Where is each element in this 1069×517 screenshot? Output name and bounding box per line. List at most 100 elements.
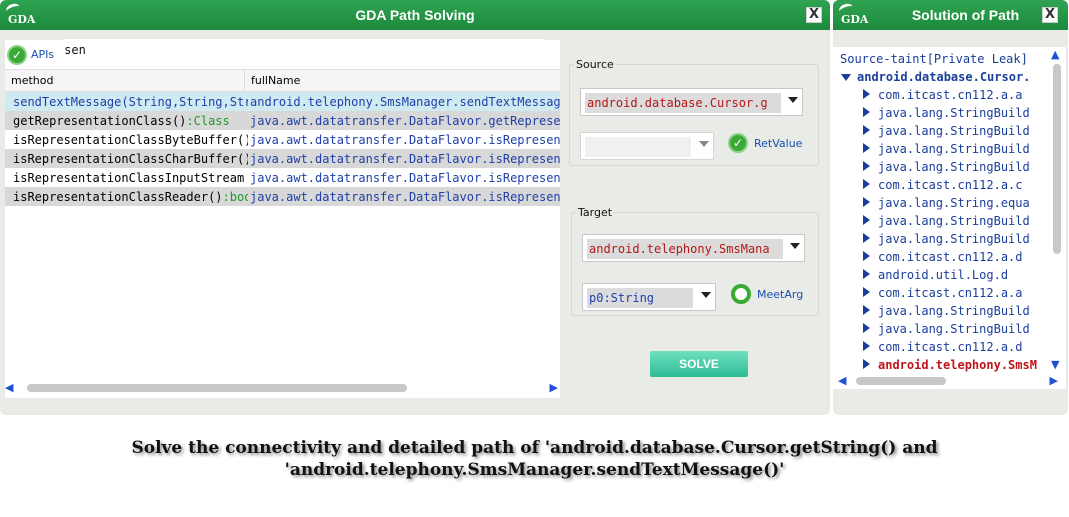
fullname-cell: java.awt.datatransfer.DataFlavor.isRepre… bbox=[250, 170, 560, 185]
node-label: android.util.Log.d bbox=[878, 268, 1009, 282]
source-param-select[interactable] bbox=[580, 132, 714, 160]
chevron-down-icon[interactable] bbox=[699, 141, 709, 147]
horizontal-scrollbar[interactable]: ◀ ▶ bbox=[5, 380, 560, 396]
collapse-icon[interactable] bbox=[863, 305, 870, 315]
node-label: java.lang.StringBuild bbox=[878, 232, 1030, 246]
chevron-down-icon[interactable] bbox=[701, 292, 711, 298]
collapse-icon[interactable] bbox=[863, 233, 870, 243]
tree-node[interactable]: com.itcast.cn112.a.c bbox=[833, 176, 1066, 194]
collapse-icon[interactable] bbox=[863, 251, 870, 261]
tree-node[interactable]: java.lang.String.equa bbox=[833, 194, 1066, 212]
chevron-down-icon[interactable] bbox=[788, 97, 798, 103]
tree-node[interactable]: java.lang.StringBuild bbox=[833, 122, 1066, 140]
target-method-select[interactable]: android.telephony.SmsMana bbox=[582, 234, 805, 262]
method-name: isRepresentationClassByteBuffer() bbox=[13, 132, 248, 147]
target-legend: Target bbox=[578, 206, 613, 219]
retvalue-label[interactable]: RetValue bbox=[754, 137, 802, 150]
scroll-thumb[interactable] bbox=[27, 384, 407, 392]
target-method-value: android.telephony.SmsMana bbox=[587, 239, 783, 259]
fullname-cell: java.awt.datatransfer.DataFlavor.isRepre… bbox=[250, 189, 560, 204]
scroll-down-icon[interactable]: ▼ bbox=[1051, 358, 1059, 371]
expand-icon[interactable] bbox=[841, 74, 851, 81]
window-title: GDA Path Solving bbox=[355, 7, 475, 23]
tree-header: Source-taint[Private Leak] bbox=[840, 52, 1028, 66]
collapse-icon[interactable] bbox=[863, 287, 870, 297]
scroll-thumb[interactable] bbox=[1053, 64, 1061, 254]
collapse-icon[interactable] bbox=[863, 215, 870, 225]
column-header-method[interactable]: method bbox=[5, 70, 245, 91]
tree-last-node[interactable]: android.telephony.SmsM bbox=[833, 356, 1066, 374]
table-row[interactable]: isRepresentationClassCharBuffer() java.aw… bbox=[5, 149, 560, 168]
fullname-cell: java.awt.datatransfer.DataFlavor.isRepre… bbox=[250, 151, 560, 166]
table-row[interactable]: isRepresentationClassInputStream java.awt… bbox=[5, 168, 560, 187]
collapse-icon[interactable] bbox=[863, 179, 870, 189]
solve-button[interactable]: SOLVE bbox=[650, 351, 748, 377]
tree-node[interactable]: java.lang.StringBuild bbox=[833, 230, 1066, 248]
tree-root-node[interactable]: android.database.Cursor. bbox=[833, 68, 1066, 86]
tree-node[interactable]: java.lang.StringBuild bbox=[833, 158, 1066, 176]
scroll-right-icon[interactable]: ▶ bbox=[1050, 374, 1058, 387]
close-button[interactable]: X bbox=[806, 7, 822, 23]
source-param-value bbox=[585, 137, 691, 157]
api-search-input[interactable] bbox=[64, 38, 545, 61]
node-label: java.lang.StringBuild bbox=[878, 322, 1030, 336]
table-row[interactable]: isRepresentationClassByteBuffer() java.aw… bbox=[5, 130, 560, 149]
column-header-fullname[interactable]: fullName bbox=[245, 74, 300, 87]
retvalue-check-icon[interactable]: ✓ bbox=[728, 133, 748, 153]
tree-node[interactable]: android.util.Log.d bbox=[833, 266, 1066, 284]
logo-text: GDA bbox=[841, 13, 869, 26]
target-param-value: p0:String bbox=[587, 288, 693, 308]
tree-vertical-scrollbar[interactable]: ▲ bbox=[1050, 48, 1064, 370]
collapse-icon[interactable] bbox=[863, 107, 870, 117]
scroll-up-icon[interactable]: ▲ bbox=[1051, 48, 1059, 61]
tree-node[interactable]: java.lang.StringBuild bbox=[833, 302, 1066, 320]
tree-horizontal-scrollbar[interactable]: ◀ ▶ bbox=[838, 374, 1058, 388]
meetarg-label[interactable]: MeetArg bbox=[757, 288, 803, 301]
table-row[interactable]: isRepresentationClassReader():boo java.aw… bbox=[5, 187, 560, 206]
source-method-select[interactable]: android.database.Cursor.g bbox=[580, 88, 803, 116]
node-label: java.lang.String.equa bbox=[878, 196, 1030, 210]
root-label: android.database.Cursor. bbox=[857, 70, 1031, 84]
collapse-icon[interactable] bbox=[863, 125, 870, 135]
method-cell: isRepresentationClassCharBuffer() bbox=[5, 152, 248, 166]
source-method-value: android.database.Cursor.g bbox=[585, 93, 781, 113]
chevron-down-icon[interactable] bbox=[790, 243, 800, 249]
gda-logo-icon: GDA bbox=[4, 1, 35, 27]
tree-node[interactable]: com.itcast.cn112.a.d bbox=[833, 338, 1066, 356]
target-param-select[interactable]: p0:String bbox=[582, 283, 716, 311]
tree-node[interactable]: java.lang.StringBuild bbox=[833, 104, 1066, 122]
tree-node[interactable]: java.lang.StringBuild bbox=[833, 320, 1066, 338]
collapse-icon[interactable] bbox=[863, 89, 870, 99]
tree-node[interactable]: com.itcast.cn112.a.d bbox=[833, 248, 1066, 266]
collapse-icon[interactable] bbox=[863, 359, 870, 369]
tree-node[interactable]: com.itcast.cn112.a.a bbox=[833, 86, 1066, 104]
meetarg-radio-icon[interactable] bbox=[731, 284, 751, 304]
scroll-thumb[interactable] bbox=[856, 377, 946, 385]
collapse-icon[interactable] bbox=[863, 323, 870, 333]
last-node-label: android.telephony.SmsM bbox=[878, 358, 1037, 372]
node-label: java.lang.StringBuild bbox=[878, 142, 1030, 156]
return-type: :Class bbox=[186, 113, 230, 128]
scroll-right-icon[interactable]: ▶ bbox=[550, 381, 558, 394]
collapse-icon[interactable] bbox=[863, 161, 870, 171]
collapse-icon[interactable] bbox=[863, 341, 870, 351]
table-row[interactable]: getRepresentationClass():Class java.awt.d… bbox=[5, 111, 560, 130]
collapse-icon[interactable] bbox=[863, 143, 870, 153]
return-type: :boo bbox=[222, 189, 248, 204]
close-button[interactable]: X bbox=[1042, 7, 1058, 23]
collapse-icon[interactable] bbox=[863, 197, 870, 207]
tree-node[interactable]: java.lang.StringBuild bbox=[833, 140, 1066, 158]
collapse-icon[interactable] bbox=[863, 269, 870, 279]
solution-title-bar: GDA Solution of Path X bbox=[833, 0, 1068, 30]
method-name: isRepresentationClassCharBuffer() bbox=[13, 151, 248, 166]
node-label: com.itcast.cn112.a.a bbox=[878, 286, 1023, 300]
caption-line-2: 'android.telephony.SmsManager.sendTextMe… bbox=[284, 460, 785, 480]
scroll-left-icon[interactable]: ◀ bbox=[838, 374, 846, 387]
apis-label: APIs bbox=[31, 48, 55, 61]
scroll-left-icon[interactable]: ◀ bbox=[5, 381, 13, 394]
tree-node[interactable]: java.lang.StringBuild bbox=[833, 212, 1066, 230]
gda-logo-icon: GDA bbox=[837, 1, 869, 27]
tree-node[interactable]: com.itcast.cn112.a.a bbox=[833, 284, 1066, 302]
table-row[interactable]: sendTextMessage(String,String,Str android… bbox=[5, 92, 560, 111]
method-cell: isRepresentationClassReader():boo bbox=[5, 190, 248, 204]
